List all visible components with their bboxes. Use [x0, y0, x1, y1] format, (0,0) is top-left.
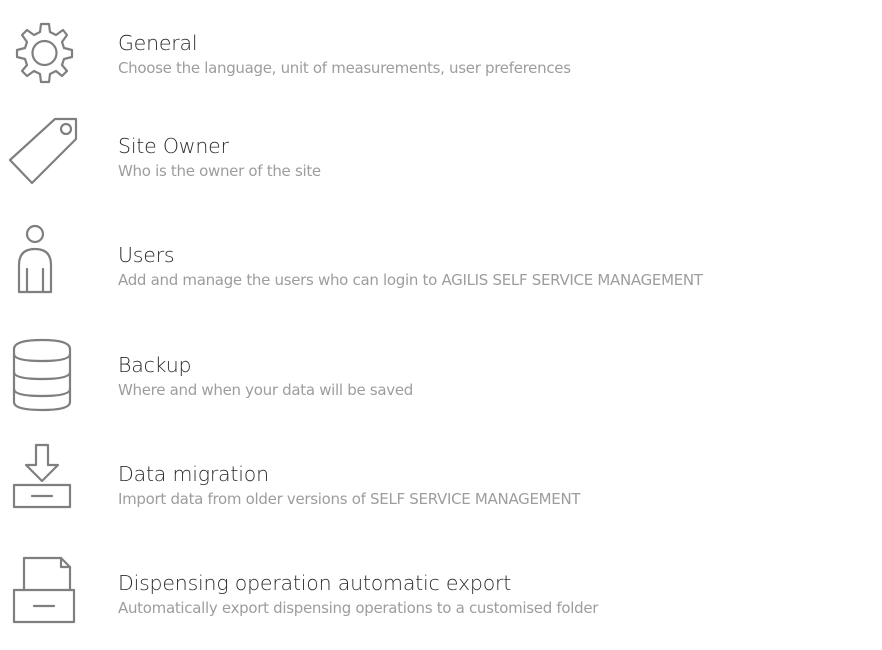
settings-item-dispensing-export[interactable]: Dispensing operation automatic export Au… — [0, 550, 882, 650]
settings-item-description: Automatically export dispensing operatio… — [118, 599, 599, 617]
settings-item-site-owner[interactable]: Site Owner Who is the owner of the site — [0, 113, 882, 213]
settings-item-description: Who is the owner of the site — [118, 162, 321, 180]
settings-item-users[interactable]: Users Add and manage the users who can l… — [0, 222, 882, 322]
settings-item-title: Users — [118, 243, 175, 267]
settings-item-title: Dispensing operation automatic export — [118, 571, 512, 595]
settings-item-title: Backup — [118, 353, 192, 377]
settings-item-title: General — [118, 31, 198, 55]
settings-item-data-migration[interactable]: Data migration Import data from older ve… — [0, 441, 882, 541]
import-tray-icon — [6, 441, 80, 521]
settings-item-description: Where and when your data will be saved — [118, 381, 414, 399]
user-icon — [6, 222, 80, 302]
tag-icon — [6, 113, 80, 193]
database-icon — [6, 332, 80, 412]
settings-item-title: Site Owner — [118, 134, 229, 158]
settings-item-description: Choose the language, unit of measurement… — [118, 59, 571, 77]
export-folder-icon — [6, 550, 80, 630]
settings-list: General Choose the language, unit of mea… — [0, 0, 882, 624]
gear-icon — [6, 10, 80, 90]
settings-item-general[interactable]: General Choose the language, unit of mea… — [0, 10, 882, 110]
settings-item-description: Import data from older versions of SELF … — [118, 490, 581, 508]
settings-item-title: Data migration — [118, 462, 269, 486]
settings-item-description: Add and manage the users who can login t… — [118, 271, 703, 289]
settings-item-backup[interactable]: Backup Where and when your data will be … — [0, 332, 882, 432]
